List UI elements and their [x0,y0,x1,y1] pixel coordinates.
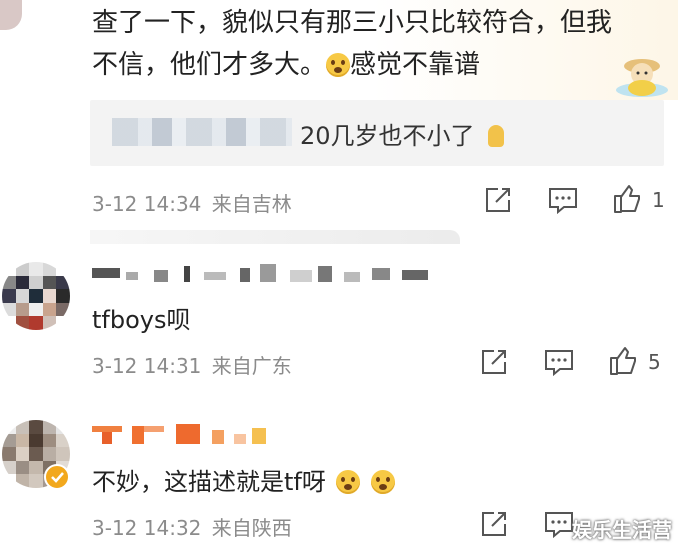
comment-icon[interactable] [548,186,578,214]
comment-time: 14:31 [143,354,202,378]
repost-icon[interactable] [480,348,508,376]
divider [90,230,460,244]
verified-icon [44,464,70,490]
comment-icon[interactable] [544,348,574,376]
watermark: 娱乐生活营 [572,518,672,542]
comment-text: tfboys呗 [92,306,191,334]
comment-text-line1: 查了一下，貌似只有那三小只比较符合，但我 [92,8,613,38]
comment-date: 3-12 [92,192,138,216]
comment-date: 3-12 [92,354,138,378]
blurred-reply-username [112,118,292,146]
comment-source: 来自广东 [211,354,292,378]
reply-text: 20几岁也不小了 [300,116,505,151]
comment-text: 不妙，这描述就是tf呀 [92,462,396,497]
comment-date: 3-12 [92,516,138,540]
comment-text-content: 不妙，这描述就是tf呀 [92,468,326,496]
comment-meta: 3-12 14:31 来自广东 [92,350,292,379]
comment-text-line2: 不信，他们才多大。 感觉不靠谱 [92,44,480,86]
comment-meta: 3-12 14:32 来自陕西 [92,512,292,541]
shocked-emoji-icon [335,470,360,494]
comment-time: 14:34 [143,192,202,216]
sticker-emoji-icon [488,125,505,147]
like-count: 5 [648,350,661,374]
blurred-username[interactable] [92,424,272,446]
blurred-username[interactable] [92,262,432,284]
comment-meta: 3-12 14:34 来自吉林 [92,188,292,217]
avatar[interactable] [2,262,70,330]
repost-icon[interactable] [484,186,512,214]
like-count: 1 [652,188,665,212]
comment-source: 来自吉林 [211,192,292,216]
laugh-emoji-icon [326,53,351,77]
comment-source: 来自陕西 [211,516,292,540]
comment-time: 14:32 [143,516,202,540]
reply-text-content: 20几岁也不小了 [300,122,475,150]
repost-icon[interactable] [480,510,508,538]
thumbs-up-icon[interactable] [612,184,642,214]
comment-text-part: 不信，他们才多大。 [92,50,327,80]
thumbs-up-icon[interactable] [608,346,638,376]
shocked-emoji-icon [371,470,396,494]
comment-text-part: 感觉不靠谱 [350,50,481,80]
sticker-icon [612,52,672,98]
comment-icon[interactable] [544,510,574,538]
